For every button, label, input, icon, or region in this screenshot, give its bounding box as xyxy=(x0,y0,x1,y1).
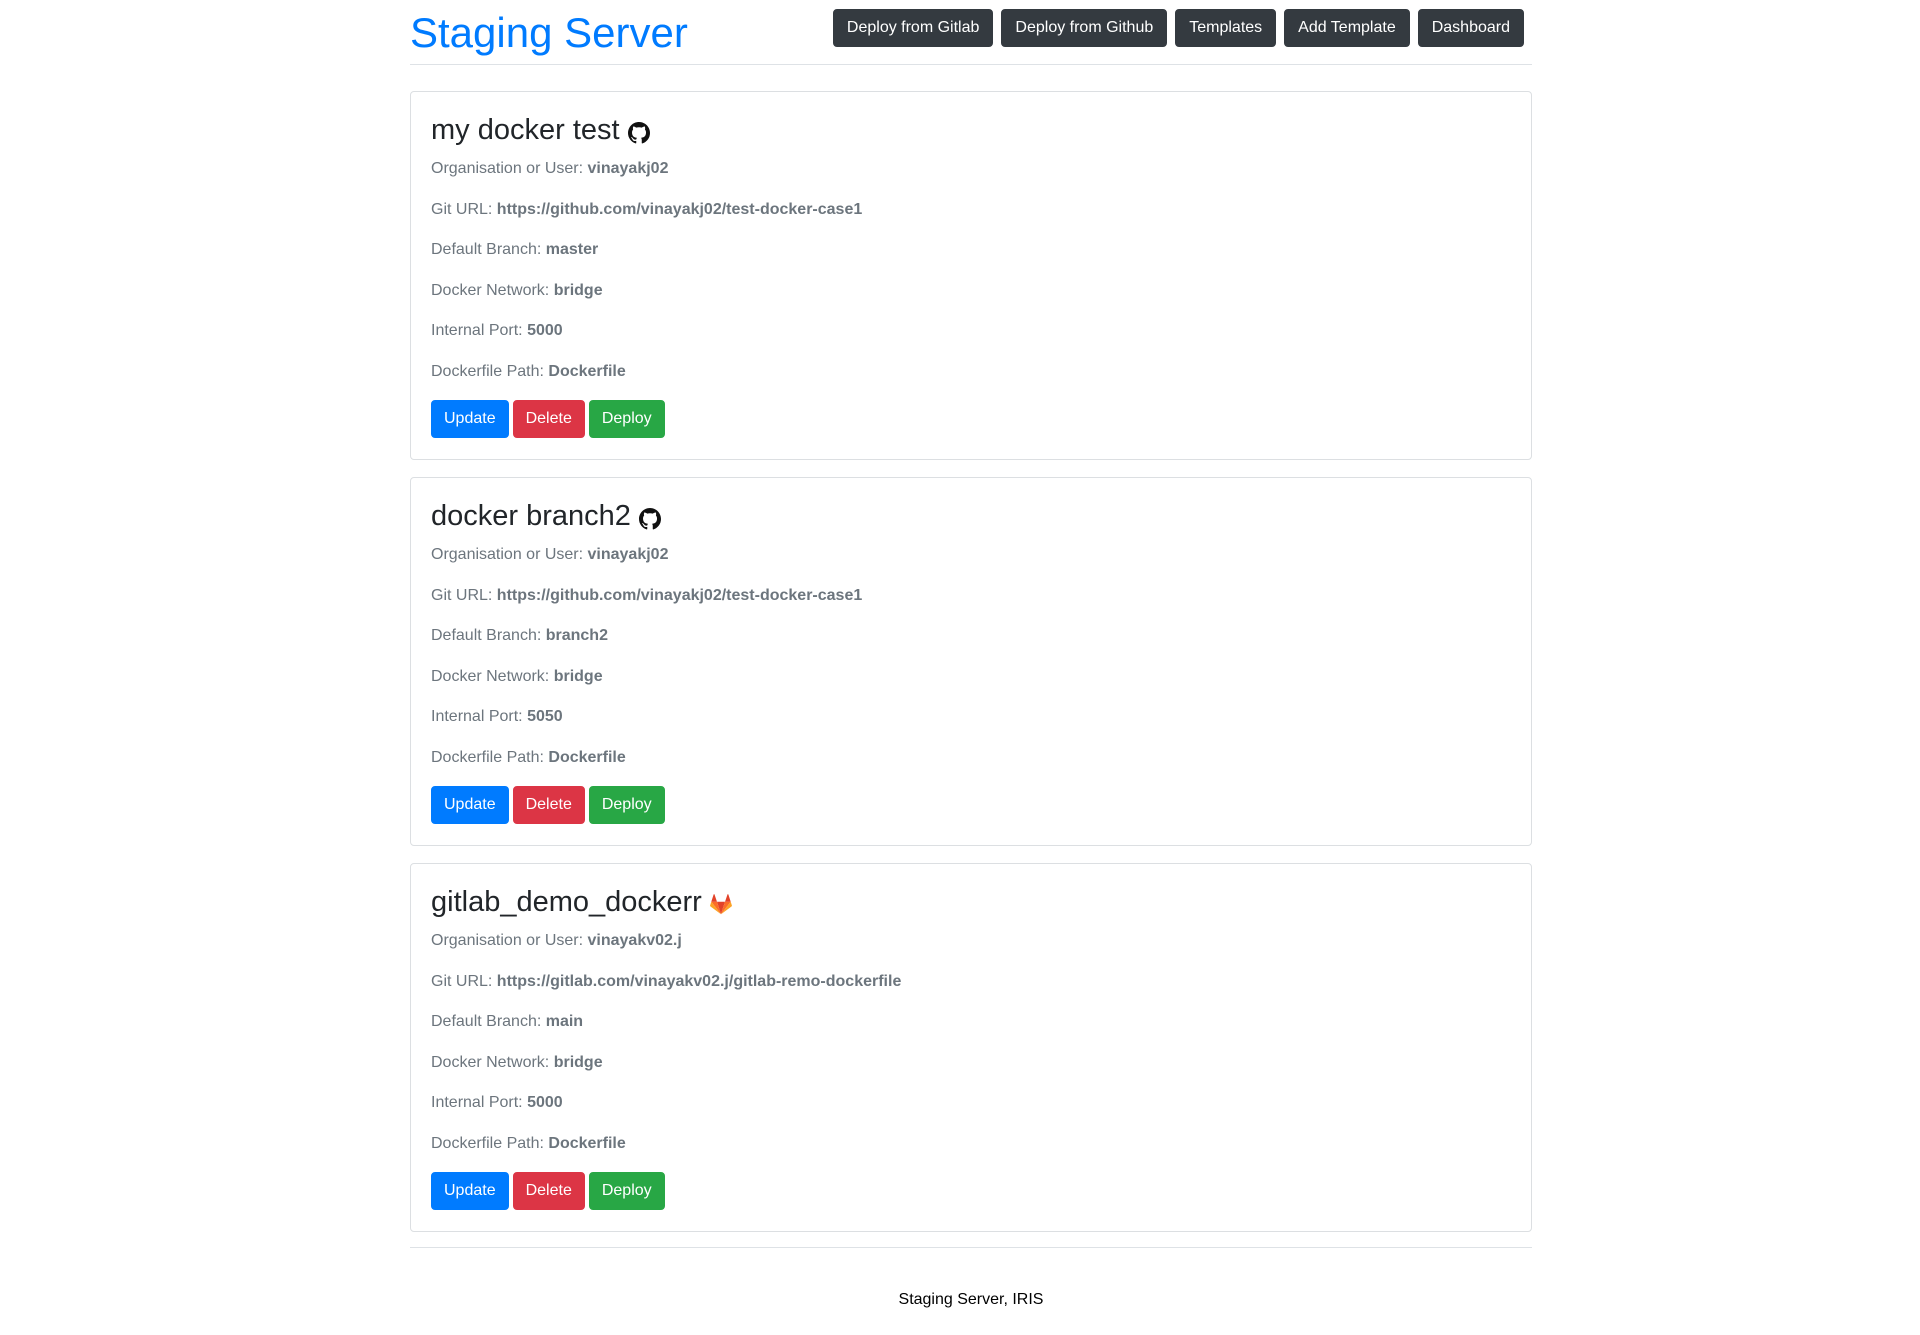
deploy-button[interactable]: Deploy xyxy=(588,1172,665,1210)
dockerfile-value: Dockerfile xyxy=(548,363,626,380)
branch-field: Default Branch: main xyxy=(431,1013,584,1030)
github-icon xyxy=(627,121,650,144)
branch-field: Default Branch: master xyxy=(431,241,599,258)
page-container: Staging Server Deploy from Gitlab Deploy… xyxy=(410,0,1532,1308)
dockerfile-value: Dockerfile xyxy=(548,749,626,766)
org-value: vinayakj02 xyxy=(587,160,669,177)
network-field: Docker Network: bridge xyxy=(431,1054,603,1071)
org-value: vinayakj02 xyxy=(587,546,669,563)
org-field: Organisation or User: vinayakj02 xyxy=(431,546,669,563)
card-actions: Update Delete Deploy xyxy=(431,1172,665,1210)
deploy-from-gitlab-button[interactable]: Deploy from Gitlab xyxy=(832,9,994,47)
git-url-field: Git URL: https://github.com/vinayakj02/t… xyxy=(431,201,863,218)
template-name: gitlab_demo_dockerr xyxy=(431,886,702,918)
card-actions: Update Delete Deploy xyxy=(431,400,665,438)
branch-value: branch2 xyxy=(545,627,608,644)
deploy-from-github-button[interactable]: Deploy from Github xyxy=(1001,9,1168,47)
port-field: Internal Port: 5050 xyxy=(431,708,563,725)
network-value: bridge xyxy=(553,282,603,299)
dockerfile-field: Dockerfile Path: Dockerfile xyxy=(431,1135,626,1152)
add-template-button[interactable]: Add Template xyxy=(1284,9,1410,47)
git-url-value: https://github.com/vinayakj02/test-docke… xyxy=(496,201,863,218)
template-name: my docker test xyxy=(431,114,620,146)
git-url-field: Git URL: https://gitlab.com/vinayakv02.j… xyxy=(431,973,902,990)
header: Staging Server Deploy from Gitlab Deploy… xyxy=(410,0,1532,65)
branch-value: master xyxy=(545,241,599,258)
template-name: docker branch2 xyxy=(431,500,631,532)
template-card: my docker test Organisation or User: vin… xyxy=(410,91,1532,460)
github-icon xyxy=(638,507,661,530)
template-card: gitlab_demo_dockerr Organisation or User… xyxy=(410,863,1532,1232)
update-button[interactable]: Update xyxy=(431,400,509,438)
port-field: Internal Port: 5000 xyxy=(431,1094,563,1111)
delete-button[interactable]: Delete xyxy=(512,400,585,438)
port-field: Internal Port: 5000 xyxy=(431,322,563,339)
delete-button[interactable]: Delete xyxy=(512,1172,585,1210)
dockerfile-field: Dockerfile Path: Dockerfile xyxy=(431,749,626,766)
dashboard-button[interactable]: Dashboard xyxy=(1417,9,1524,47)
card-actions: Update Delete Deploy xyxy=(431,786,665,824)
network-value: bridge xyxy=(553,668,603,685)
branch-value: main xyxy=(545,1013,584,1030)
git-url-value: https://gitlab.com/vinayakv02.j/gitlab-r… xyxy=(496,973,902,990)
deploy-button[interactable]: Deploy xyxy=(588,786,665,824)
deploy-button[interactable]: Deploy xyxy=(588,400,665,438)
port-value: 5000 xyxy=(527,322,563,339)
dockerfile-value: Dockerfile xyxy=(548,1135,626,1152)
footer-text: Staging Server, IRIS xyxy=(898,1291,1044,1308)
network-field: Docker Network: bridge xyxy=(431,668,603,685)
dockerfile-field: Dockerfile Path: Dockerfile xyxy=(431,363,626,380)
top-nav: Deploy from Gitlab Deploy from Github Te… xyxy=(832,9,1524,47)
template-title: docker branch2 xyxy=(431,496,661,536)
port-value: 5000 xyxy=(527,1094,563,1111)
template-title: gitlab_demo_dockerr xyxy=(431,882,732,922)
network-value: bridge xyxy=(553,1054,603,1071)
branch-field: Default Branch: branch2 xyxy=(431,627,608,644)
org-field: Organisation or User: vinayakv02.j xyxy=(431,932,682,949)
update-button[interactable]: Update xyxy=(431,1172,509,1210)
port-value: 5050 xyxy=(527,708,563,725)
org-value: vinayakv02.j xyxy=(587,932,682,949)
templates-button[interactable]: Templates xyxy=(1175,9,1277,47)
git-url-value: https://github.com/vinayakj02/test-docke… xyxy=(496,587,863,604)
git-url-field: Git URL: https://github.com/vinayakj02/t… xyxy=(431,587,863,604)
delete-button[interactable]: Delete xyxy=(512,786,585,824)
update-button[interactable]: Update xyxy=(431,786,509,824)
gitlab-icon xyxy=(709,893,732,916)
footer-divider xyxy=(410,1247,1532,1248)
org-field: Organisation or User: vinayakj02 xyxy=(431,160,669,177)
brand-title[interactable]: Staging Server xyxy=(410,7,688,59)
network-field: Docker Network: bridge xyxy=(431,282,603,299)
template-title: my docker test xyxy=(431,110,650,150)
template-card: docker branch2 Organisation or User: vin… xyxy=(410,477,1532,846)
